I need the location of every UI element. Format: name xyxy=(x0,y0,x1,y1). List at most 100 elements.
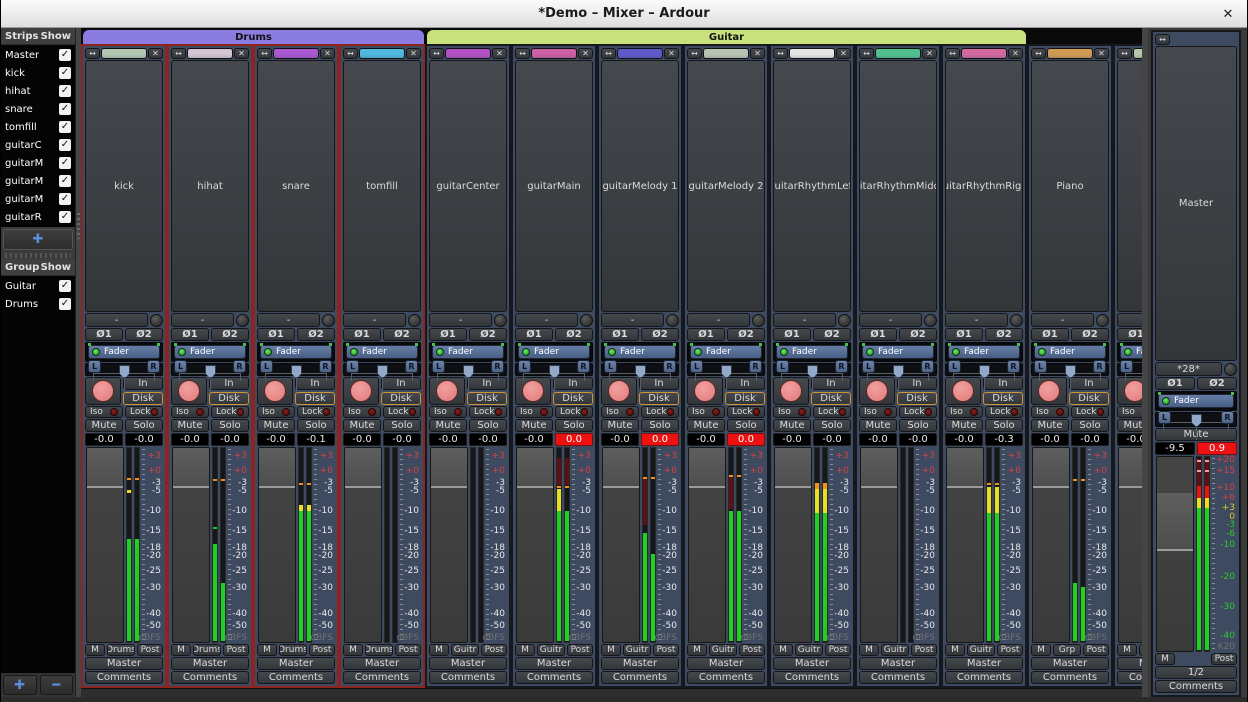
list-item[interactable]: hihat ✓ xyxy=(1,82,75,100)
fader-handle[interactable] xyxy=(345,448,381,488)
phase-2-button[interactable]: Ø2 xyxy=(813,328,851,341)
track-name-button[interactable]: guitarRhythmRight xyxy=(945,60,1023,312)
narrow-toggle-icon[interactable]: ↔ xyxy=(859,48,874,59)
narrow-toggle-icon[interactable]: ↔ xyxy=(773,48,788,59)
mute-button[interactable]: Mute xyxy=(773,419,811,432)
fader-handle[interactable] xyxy=(517,448,553,488)
hide-strip-icon[interactable]: ✕ xyxy=(1094,48,1109,59)
track-color-bar[interactable] xyxy=(531,48,577,59)
track-name-button[interactable]: st xyxy=(1117,60,1142,312)
solo-isolate-button[interactable]: Iso xyxy=(343,406,381,418)
pan-control[interactable]: L R xyxy=(773,363,851,376)
pan-right-chip[interactable]: R xyxy=(319,360,332,373)
metering-button[interactable]: M xyxy=(601,644,621,656)
pan-control[interactable]: L R xyxy=(515,363,593,376)
visibility-checkbox[interactable]: ✓ xyxy=(59,121,71,133)
phase-2-button[interactable]: Ø2 xyxy=(555,328,593,341)
output-button[interactable]: Master xyxy=(515,657,593,670)
pan-control[interactable]: L R xyxy=(429,363,507,376)
peak-display[interactable]: -0.0 xyxy=(211,433,249,446)
mute-button[interactable]: Mute xyxy=(1031,419,1069,432)
phase-2-button[interactable]: Ø2 xyxy=(727,328,765,341)
disk-monitor-button[interactable]: Disk xyxy=(1069,392,1109,405)
volume-fader[interactable] xyxy=(258,447,296,643)
group-button[interactable]: Guitr xyxy=(709,644,737,656)
trim-button[interactable]: - xyxy=(85,313,148,327)
fader-handle[interactable] xyxy=(861,448,897,488)
processor-active-led[interactable] xyxy=(522,348,530,356)
pan-control[interactable]: L R xyxy=(1031,363,1109,376)
trim-button[interactable]: - xyxy=(601,313,664,327)
visibility-checkbox[interactable]: ✓ xyxy=(59,139,71,151)
narrow-toggle-icon[interactable]: ↔ xyxy=(171,48,186,59)
phase-2-button[interactable]: Ø2 xyxy=(985,328,1023,341)
solo-lock-button[interactable]: Lock xyxy=(899,406,937,418)
mute-button[interactable]: Mute xyxy=(343,419,381,432)
track-name-button[interactable]: hihat xyxy=(171,60,249,312)
meter-point-button[interactable]: Post xyxy=(911,644,937,656)
track-color-bar[interactable] xyxy=(1047,48,1093,59)
metering-button[interactable]: M xyxy=(429,644,449,656)
input-monitor-button[interactable]: In xyxy=(725,377,765,390)
visibility-checkbox[interactable]: ✓ xyxy=(59,175,71,187)
solo-isolate-button[interactable]: Iso xyxy=(1117,406,1142,418)
phase-1-button[interactable]: Ø1 xyxy=(257,328,295,341)
trim-knob[interactable] xyxy=(1010,314,1023,327)
comments-button[interactable]: Comments xyxy=(515,671,593,684)
gain-display[interactable]: -0.0 xyxy=(1117,433,1142,446)
fader-processor[interactable]: Fader xyxy=(862,345,934,359)
fader-processor[interactable]: Fader xyxy=(1158,394,1234,408)
narrow-toggle-icon[interactable]: ↔ xyxy=(1155,34,1170,45)
gain-display[interactable]: -0.0 xyxy=(1031,433,1069,446)
narrow-toggle-icon[interactable]: ↔ xyxy=(257,48,272,59)
metering-button[interactable]: M xyxy=(171,644,191,656)
record-arm-button[interactable] xyxy=(171,377,207,405)
disk-monitor-button[interactable]: Disk xyxy=(295,392,335,405)
group-button[interactable]: Guitr xyxy=(881,644,909,656)
mute-button[interactable]: Mute xyxy=(515,419,553,432)
output-button[interactable]: Master xyxy=(343,657,421,670)
fader-handle[interactable] xyxy=(947,448,983,488)
hide-strip-icon[interactable]: ✕ xyxy=(750,48,765,59)
solo-button[interactable]: Solo xyxy=(125,419,163,432)
mute-button[interactable]: Mute xyxy=(601,419,639,432)
output-button[interactable]: Master xyxy=(859,657,937,670)
pan-right-chip[interactable]: R xyxy=(1221,411,1234,424)
list-item[interactable]: guitarM ✓ xyxy=(1,154,75,172)
meter-point-button[interactable]: Post xyxy=(395,644,421,656)
volume-fader[interactable] xyxy=(1156,456,1194,652)
pan-left-chip[interactable]: L xyxy=(776,360,789,373)
narrow-toggle-icon[interactable]: ↔ xyxy=(85,48,100,59)
peak-display[interactable]: 0.0 xyxy=(555,433,593,446)
pan-control[interactable]: L R xyxy=(171,363,249,376)
group-button[interactable]: Drums xyxy=(365,644,393,656)
meter-point-button[interactable]: Post xyxy=(137,644,163,656)
output-button[interactable]: Master xyxy=(429,657,507,670)
fader-processor[interactable]: Fader xyxy=(948,345,1020,359)
solo-button[interactable]: Solo xyxy=(727,419,765,432)
trim-knob[interactable] xyxy=(150,314,163,327)
solo-button[interactable]: Solo xyxy=(899,419,937,432)
volume-fader[interactable] xyxy=(516,447,554,643)
pan-right-chip[interactable]: R xyxy=(663,360,676,373)
track-color-bar[interactable] xyxy=(101,48,147,59)
peak-display[interactable]: 0.0 xyxy=(727,433,765,446)
metering-button[interactable]: M xyxy=(945,644,965,656)
visibility-checkbox[interactable]: ✓ xyxy=(59,193,71,205)
phase-1-button[interactable]: Ø1 xyxy=(859,328,897,341)
trim-knob[interactable] xyxy=(666,314,679,327)
volume-fader[interactable] xyxy=(430,447,468,643)
track-color-bar[interactable] xyxy=(187,48,233,59)
processor-active-led[interactable] xyxy=(866,348,874,356)
phase-2-button[interactable]: Ø2 xyxy=(297,328,335,341)
hide-strip-icon[interactable]: ✕ xyxy=(836,48,851,59)
mute-button[interactable]: Mute xyxy=(945,419,983,432)
pan-left-chip[interactable]: L xyxy=(174,360,187,373)
input-monitor-button[interactable]: In xyxy=(897,377,937,390)
group-button[interactable]: Grp xyxy=(1139,644,1142,656)
solo-lock-button[interactable]: Lock xyxy=(813,406,851,418)
solo-isolate-button[interactable]: Iso xyxy=(1031,406,1069,418)
pan-right-chip[interactable]: R xyxy=(1007,360,1020,373)
group-button[interactable]: Drums xyxy=(107,644,135,656)
processor-active-led[interactable] xyxy=(92,348,100,356)
